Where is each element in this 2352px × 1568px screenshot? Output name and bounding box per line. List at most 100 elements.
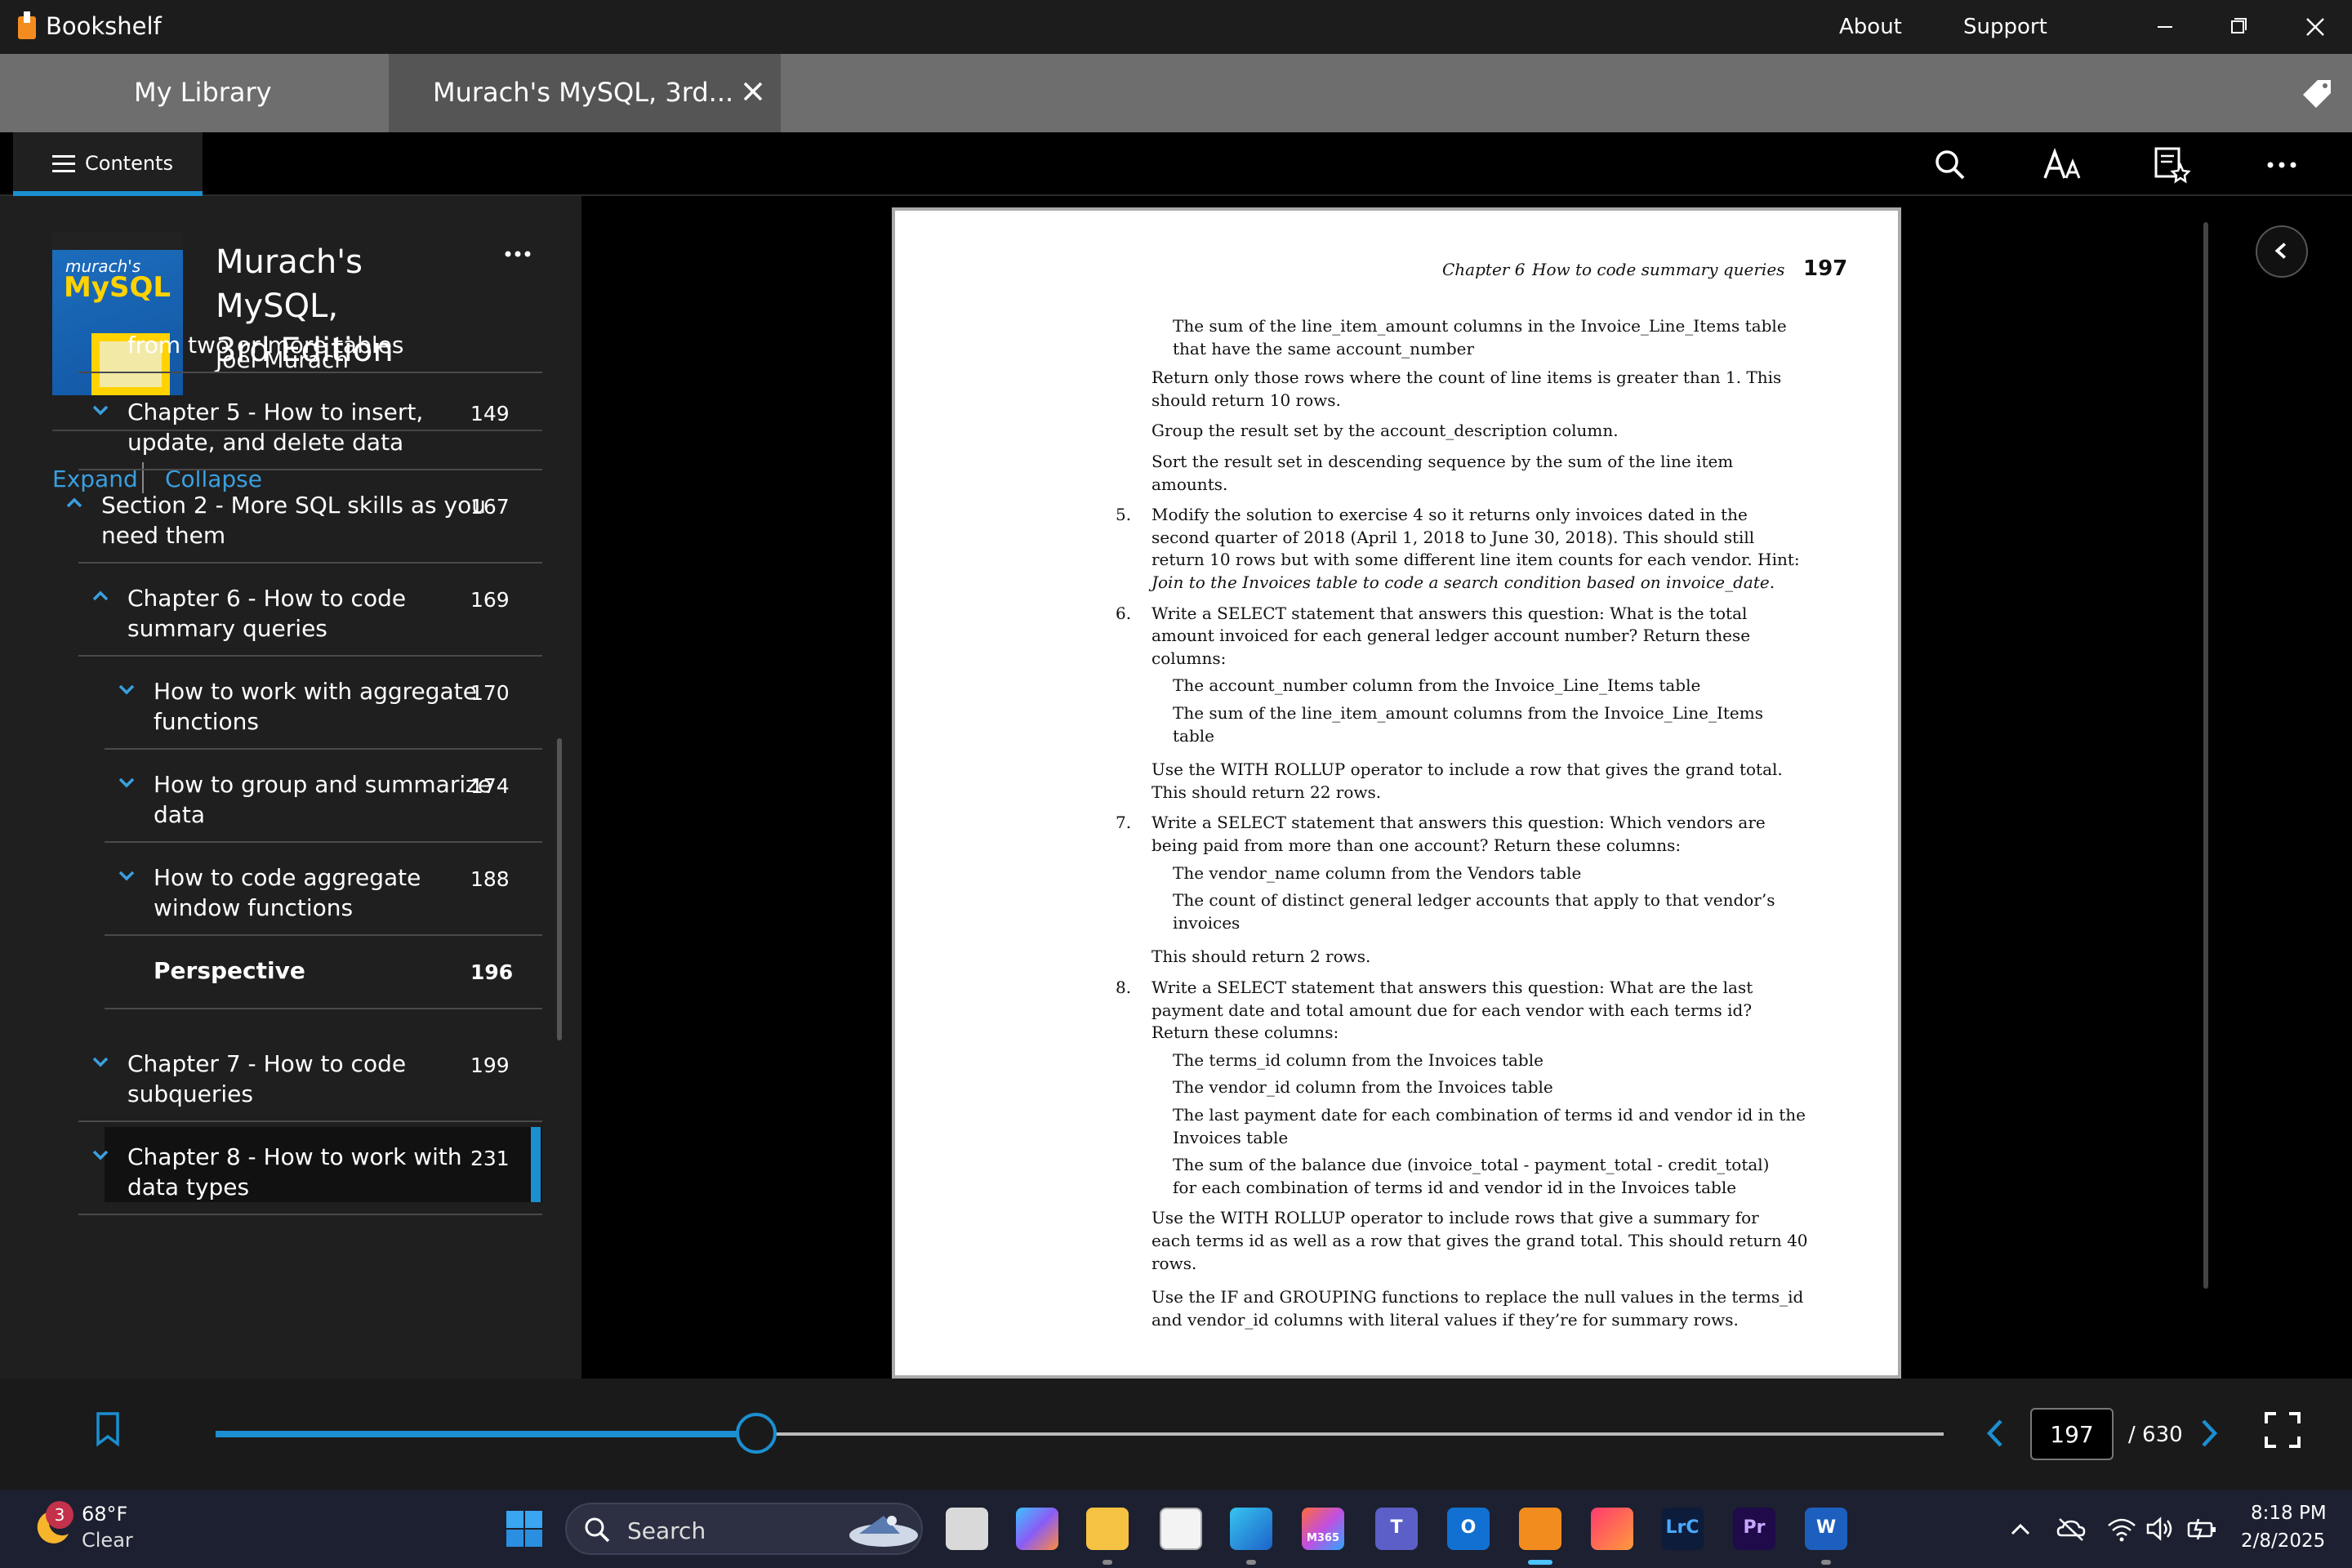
chevron-down-icon[interactable]: [91, 403, 109, 416]
running-indicator: [1246, 1560, 1256, 1565]
toc-item-page: 196: [470, 960, 514, 984]
page-text-line: Use the WITH ROLLUP operator to include …: [1152, 1208, 1759, 1228]
premiere-icon[interactable]: Pr: [1733, 1508, 1775, 1550]
bookmark-icon[interactable]: [95, 1411, 121, 1447]
windows-start-icon[interactable]: [505, 1509, 544, 1548]
windows-taskbar: 3 68°F Clear Search M365 T O LrC Pr W 8:18 PM…: [0, 1490, 2352, 1568]
page-text-line: This should return 22 rows.: [1152, 782, 1382, 802]
title-bar: Bookshelf About Support: [0, 0, 2352, 54]
toc-item[interactable]: How to work with aggregate functions 170: [0, 676, 581, 737]
wifi-icon[interactable]: [2105, 1514, 2138, 1544]
page-number-input[interactable]: [2030, 1408, 2114, 1460]
support-link[interactable]: Support: [1963, 15, 2047, 39]
toc-item-page: 188: [470, 867, 510, 891]
about-link[interactable]: About: [1839, 15, 1902, 39]
page-text-line: Group the result set by the account_desc…: [1152, 421, 1619, 441]
toc-item-label: subqueries: [127, 1080, 253, 1107]
chevron-down-icon[interactable]: [118, 776, 136, 789]
chevron-down-icon[interactable]: [91, 1148, 109, 1161]
toc-separator: [78, 655, 542, 657]
lightroom-icon[interactable]: LrC: [1661, 1508, 1704, 1550]
close-tab-icon[interactable]: [733, 72, 773, 111]
toc-separator: [105, 934, 542, 936]
reader-scrollbar[interactable]: [2203, 222, 2208, 1289]
toc-item-page: 149: [470, 402, 510, 425]
toc-item-active[interactable]: Perspective 196: [0, 956, 581, 986]
clock-date[interactable]: 2/8/2025: [2241, 1530, 2325, 1552]
toc-separator: [78, 469, 542, 470]
taskbar-search[interactable]: Search: [565, 1503, 923, 1555]
collapse-panel-button[interactable]: [2256, 225, 2308, 278]
toc-item-label: Chapter 7 - How to code: [127, 1050, 407, 1077]
book-page: Chapter 6 How to code summary queries 19…: [892, 207, 1901, 1379]
tab-current-book[interactable]: Murach's MySQL, 3rd...: [389, 54, 781, 132]
chevron-up-icon[interactable]: [65, 497, 83, 510]
tab-my-library[interactable]: My Library: [0, 54, 389, 132]
page-text-line: for each combination of terms id and ven…: [1173, 1177, 1737, 1197]
toc-item[interactable]: from two or more tables: [0, 330, 581, 360]
page-text-line: 8.: [1116, 978, 1132, 997]
chevron-down-icon[interactable]: [91, 1055, 109, 1068]
page-text-line: The sum of the balance due (invoice_tota…: [1173, 1155, 1770, 1175]
clock-time[interactable]: 8:18 PM: [2251, 1503, 2327, 1524]
bookshelf-icon[interactable]: [1519, 1508, 1561, 1550]
m365-icon[interactable]: M365: [1302, 1508, 1344, 1550]
search-icon[interactable]: [1931, 145, 1970, 185]
toc-item[interactable]: How to group and summarize data 174: [0, 769, 581, 830]
chevron-up-icon[interactable]: [2004, 1514, 2037, 1544]
toc-item[interactable]: Chapter 6 - How to code summary queries 16…: [0, 583, 581, 644]
contents-button[interactable]: Contents: [13, 132, 203, 196]
book-more-icon[interactable]: [500, 242, 539, 266]
page-text-line: The sum of the line_item_amount columns …: [1173, 703, 1763, 723]
close-window-icon[interactable]: [2295, 10, 2336, 44]
creative-cloud-icon[interactable]: [1591, 1508, 1633, 1550]
outlook-icon[interactable]: O: [1447, 1508, 1490, 1550]
tag-icon[interactable]: [2300, 77, 2336, 109]
battery-icon[interactable]: [2185, 1514, 2218, 1544]
toc-item-label: Perspective: [154, 957, 305, 984]
page-text-line: The count of distinct general ledger acc…: [1173, 890, 1775, 911]
task-view-icon[interactable]: [946, 1508, 988, 1550]
teams-icon[interactable]: T: [1375, 1508, 1418, 1550]
toc-item[interactable]: Section 2 - More SQL skills as you need t…: [0, 490, 581, 550]
page-text-line: Use the IF and GROUPING functions to rep…: [1152, 1287, 1804, 1307]
toc-item[interactable]: Chapter 7 - How to code subqueries 199: [0, 1049, 581, 1109]
next-page-icon[interactable]: [2197, 1414, 2221, 1452]
previous-page-icon[interactable]: [1983, 1414, 2007, 1452]
restore-icon[interactable]: [2218, 10, 2259, 44]
page-text-line: 6.: [1116, 603, 1132, 623]
volume-icon[interactable]: [2145, 1514, 2177, 1544]
onedrive-offline-icon[interactable]: [2055, 1514, 2087, 1544]
toc-item[interactable]: How to code aggregate window functions 188: [0, 862, 581, 923]
reader-footer: / 630: [0, 1379, 2352, 1490]
page-text-line: Join to the Invoices table to code a sea…: [1152, 572, 1775, 592]
book-cover[interactable]: murach's MySQL: [52, 232, 183, 395]
copilot-icon[interactable]: [1016, 1508, 1058, 1550]
store-icon[interactable]: [1160, 1508, 1202, 1550]
page-text-line: Write a SELECT statement that answers th…: [1152, 978, 1753, 997]
toc-item[interactable]: Chapter 5 - How to insert, update, and de…: [0, 397, 581, 457]
sidebar-scrollbar[interactable]: [557, 738, 562, 1040]
more-options-icon[interactable]: [2262, 145, 2301, 185]
page-slider-thumb[interactable]: [735, 1413, 777, 1454]
page-text-line: being paid from more than one account? R…: [1152, 835, 1682, 855]
reader-toolbar: Contents: [0, 132, 2352, 196]
chevron-down-icon[interactable]: [118, 869, 136, 882]
word-icon[interactable]: W: [1805, 1508, 1847, 1550]
fullscreen-icon[interactable]: [2264, 1411, 2301, 1449]
edge-icon[interactable]: [1230, 1508, 1272, 1550]
premiere-label: Pr: [1743, 1517, 1766, 1538]
page-text-line: payment date and total amount due for ea…: [1152, 1000, 1753, 1020]
toc-item-label: need them: [101, 522, 226, 549]
minimize-icon[interactable]: [2145, 10, 2185, 44]
toc-item[interactable]: Chapter 8 - How to work with data types 23…: [0, 1142, 581, 1202]
text-size-icon[interactable]: [2042, 145, 2086, 185]
running-indicator: [1528, 1560, 1552, 1565]
page-text-line: The vendor_id column from the Invoices t…: [1173, 1077, 1553, 1098]
file-explorer-icon[interactable]: [1086, 1508, 1129, 1550]
notes-star-icon[interactable]: [2153, 145, 2192, 185]
chevron-down-icon[interactable]: [118, 683, 136, 696]
page-text-line: Modify the solution to exercise 4 so it …: [1152, 505, 1748, 525]
chevron-up-icon[interactable]: [91, 590, 109, 603]
page-text-line: amounts.: [1152, 474, 1228, 494]
